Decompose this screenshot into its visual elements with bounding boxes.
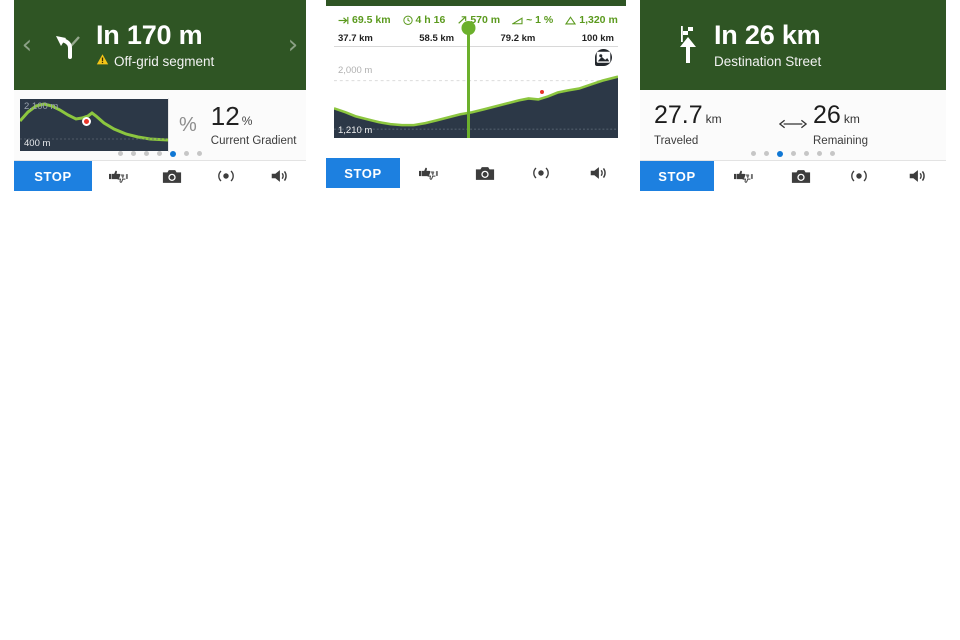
nav-subtitle: Destination Street — [714, 53, 822, 69]
radar-icon[interactable] — [199, 161, 253, 191]
percent-icon: % — [179, 113, 197, 136]
distance-icon — [338, 16, 349, 24]
chart-cursor-knob[interactable] — [461, 21, 476, 35]
traveled-caption: Traveled — [654, 135, 699, 147]
elevation-chart[interactable]: 2,000 m 1,210 m — [334, 21, 618, 138]
chart-cursor[interactable] — [467, 29, 471, 138]
app-root: ‹ In 170 m Off-grid segment › 2,100 m 40… — [0, 0, 960, 640]
bottom-toolbar[interactable]: STOP — [640, 161, 946, 191]
nav-header: In 26 km Destination Street — [640, 0, 946, 90]
thumbs-rating-icon[interactable] — [92, 161, 146, 191]
y-bottom-label: 1,210 m — [338, 125, 373, 136]
x-tick: 37.7 km — [338, 33, 373, 44]
peak-icon — [565, 15, 577, 24]
mini-elev-top-label: 2,100 m — [24, 101, 59, 112]
thumbs-rating-icon[interactable] — [400, 158, 457, 188]
current-position-dot — [82, 117, 91, 126]
mini-elevation-profile: 2,100 m 400 m — [20, 99, 168, 151]
bottom-toolbar[interactable]: STOP — [14, 161, 306, 191]
pager-dots[interactable] — [14, 151, 306, 157]
x-tick: 100 km — [581, 33, 614, 44]
remaining-value: 26 — [813, 101, 841, 129]
gradient-caption: Current Gradient — [210, 135, 297, 147]
gradient-value: 12 — [210, 101, 240, 131]
thumbs-rating-icon[interactable] — [714, 161, 772, 191]
remaining-unit: km — [843, 112, 860, 126]
gradient-icon — [512, 16, 523, 24]
turn-slight-left-icon — [40, 25, 96, 65]
stat-traveled: 27.7 km Traveled — [654, 101, 773, 148]
stat-gradient: ~ 1 % — [512, 14, 553, 26]
left-right-arrow-icon — [773, 117, 813, 134]
camera-icon[interactable] — [457, 158, 514, 188]
stop-button[interactable]: STOP — [14, 161, 92, 191]
nav-distance: In 170 m — [96, 19, 203, 50]
elevation-profile-card[interactable]: 69.5 km 4 h 16 570 m ~ 1 % 1,320 m 37.7 … — [326, 6, 626, 158]
gradient-unit: % — [241, 114, 253, 128]
nav-subtitle-row: Off-grid segment — [96, 53, 280, 69]
panel-offgrid-gradient: ‹ In 170 m Off-grid segment › 2,100 m 40… — [0, 0, 320, 640]
speaker-icon[interactable] — [888, 161, 946, 191]
warning-triangle-icon — [96, 53, 109, 69]
nav-distance: In 26 km — [714, 20, 821, 51]
chevron-right-icon[interactable]: › — [280, 32, 306, 58]
stat-peak: 1,320 m — [565, 14, 618, 26]
x-axis-ticks: 37.7 km 58.5 km 79.2 km 100 km — [334, 30, 618, 46]
camera-icon[interactable] — [146, 161, 200, 191]
speaker-icon[interactable] — [570, 158, 627, 188]
traveled-value: 27.7 — [654, 101, 703, 129]
remaining-caption: Remaining — [813, 135, 868, 147]
x-tick: 79.2 km — [500, 33, 536, 44]
radar-icon[interactable] — [513, 158, 570, 188]
panel-elevation-profile: 69.5 km 4 h 16 570 m ~ 1 % 1,320 m 37.7 … — [320, 0, 640, 640]
stat-remaining: 26 km Remaining — [813, 101, 932, 148]
pager-dots[interactable] — [640, 151, 946, 157]
route-stats: 69.5 km 4 h 16 570 m ~ 1 % 1,320 m — [334, 12, 618, 30]
bottom-toolbar[interactable]: STOP — [326, 158, 626, 188]
stat-time: 4 h 16 — [402, 14, 445, 26]
radar-icon[interactable] — [830, 161, 888, 191]
speaker-icon[interactable] — [253, 161, 307, 191]
nav-subtitle: Off-grid segment — [114, 53, 215, 69]
x-tick: 58.5 km — [419, 33, 455, 44]
stat-distance: 69.5 km — [338, 14, 391, 26]
stop-button[interactable]: STOP — [326, 158, 400, 188]
destination-flag-icon — [658, 23, 714, 67]
panel-destination-progress: In 26 km Destination Street 27.7 km Trave… — [640, 0, 960, 640]
gradient-info-strip[interactable]: 2,100 m 400 m % 12% Current Gradient — [14, 90, 306, 161]
y-top-label: 2,000 m — [338, 65, 373, 76]
traveled-unit: km — [705, 112, 722, 126]
chevron-left-icon[interactable]: ‹ — [14, 32, 40, 58]
clock-icon — [402, 15, 413, 25]
stop-button[interactable]: STOP — [640, 161, 714, 191]
progress-info-strip[interactable]: 27.7 km Traveled 26 km Remaining — [640, 90, 946, 161]
camera-icon[interactable] — [772, 161, 830, 191]
mini-elev-bottom-label: 400 m — [24, 138, 51, 149]
poi-marker-icon[interactable] — [595, 49, 612, 66]
nav-header: ‹ In 170 m Off-grid segment › — [14, 0, 306, 90]
